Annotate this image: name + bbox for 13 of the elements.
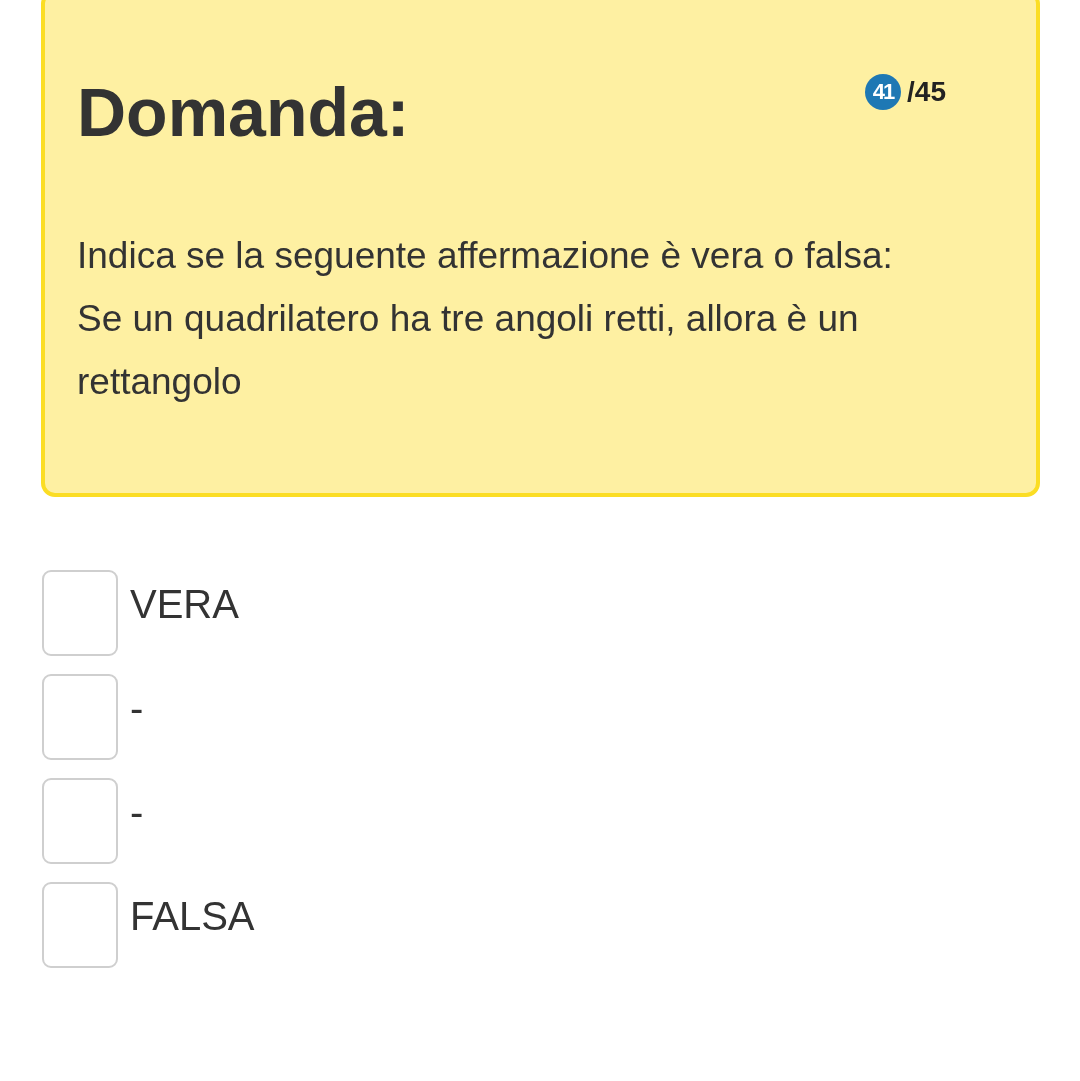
question-number-badge: 41 [865, 74, 902, 110]
option-label: - [130, 688, 144, 728]
question-text: Indica se la seguente affermazione è vera o falsa: [77, 234, 894, 278]
checkbox[interactable] [42, 778, 118, 864]
checkbox[interactable] [42, 882, 118, 968]
option-label: VERA [130, 584, 239, 624]
option-label: FALSA [130, 896, 255, 936]
option-label: - [130, 792, 144, 832]
checkbox[interactable] [42, 674, 118, 760]
question-text: Se un quadrilatero ha tre angoli retti, allora è un rettangolo [77, 297, 860, 404]
question-title: Domanda: [77, 73, 410, 152]
question-total: /45 [907, 76, 946, 108]
checkbox[interactable] [42, 570, 118, 656]
